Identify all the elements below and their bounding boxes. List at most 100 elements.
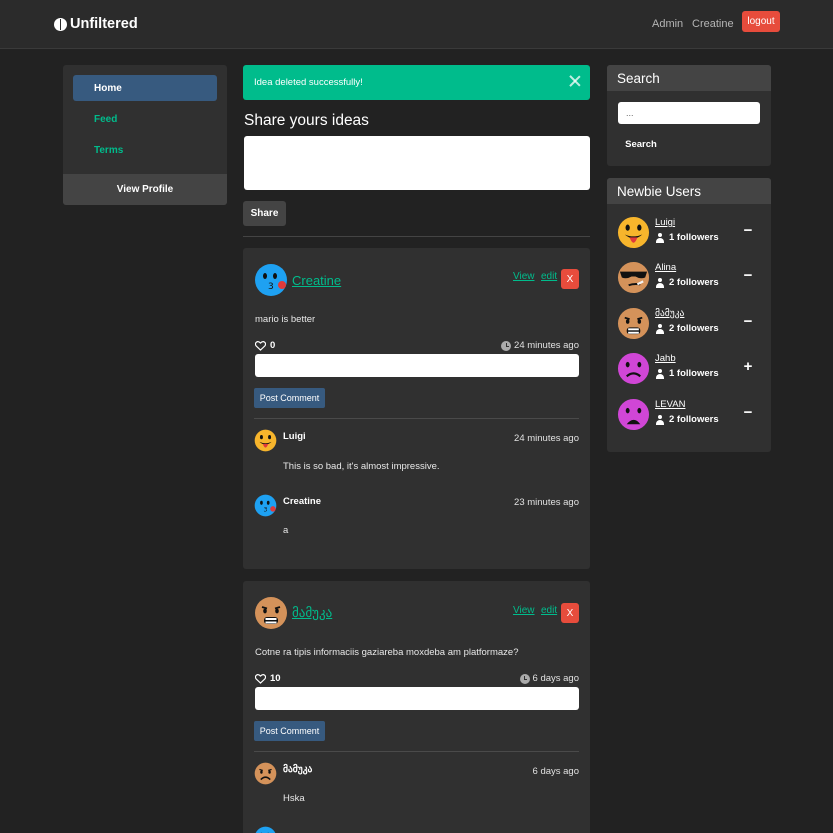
- like-count: 0: [270, 340, 276, 351]
- comment-text: This is so bad, it's almost impressive.: [283, 461, 440, 472]
- post-author-link[interactable]: Creatine: [292, 273, 341, 288]
- delete-button[interactable]: X: [561, 269, 579, 289]
- user-icon: [655, 414, 664, 425]
- followers-text: 1 followers: [669, 368, 719, 379]
- share-button[interactable]: Share: [243, 201, 286, 226]
- comment-text: Hska: [283, 793, 305, 804]
- edit-link[interactable]: edit: [541, 605, 557, 616]
- avatar[interactable]: [254, 263, 288, 297]
- user-icon: [655, 323, 664, 334]
- alert-message: Idea deleted successfully!: [254, 77, 363, 88]
- avatar: [254, 826, 277, 833]
- sidebar-item-feed[interactable]: Feed: [73, 106, 217, 132]
- comment-input[interactable]: [255, 687, 579, 710]
- followers-count: 2 followers: [655, 414, 719, 425]
- unfollow-button[interactable]: −: [741, 267, 755, 284]
- post-time-text: 6 days ago: [532, 673, 579, 684]
- post-text: Cotne ra tipis informaciis gaziareba mox…: [255, 647, 519, 658]
- followers-count: 2 followers: [655, 323, 719, 334]
- search-input[interactable]: ...: [618, 102, 760, 124]
- list-item: Jahb 1 followers +: [607, 350, 771, 390]
- list-item: LEVAN 2 followers −: [607, 396, 771, 436]
- comment-time: 6 days ago: [532, 766, 579, 777]
- followers-count: 2 followers: [655, 277, 719, 288]
- card-divider: [254, 751, 579, 752]
- view-link[interactable]: View: [513, 271, 535, 282]
- view-link[interactable]: View: [513, 605, 535, 616]
- like-row: 10: [255, 673, 281, 684]
- newbie-panel-title: Newbie Users: [607, 178, 771, 204]
- left-sidebar: Home Feed Terms View Profile: [63, 65, 227, 205]
- unfollow-button[interactable]: −: [741, 222, 755, 239]
- list-item: მამუკა 2 followers −: [607, 305, 771, 345]
- avatar[interactable]: [617, 352, 650, 385]
- comment-author: Creatine: [283, 496, 322, 507]
- unfollow-button[interactable]: −: [741, 313, 755, 330]
- avatar[interactable]: [617, 216, 650, 249]
- clock-icon: [501, 340, 512, 351]
- newbie-users-panel: Newbie Users Luigi 1 followers − Alina 2…: [607, 178, 771, 452]
- post-time-text: 24 minutes ago: [514, 340, 579, 351]
- follow-button[interactable]: +: [741, 358, 755, 375]
- user-icon: [655, 368, 664, 379]
- view-profile-button[interactable]: View Profile: [63, 174, 227, 205]
- followers-text: 1 followers: [669, 232, 719, 243]
- post-time: 6 days ago: [519, 673, 579, 684]
- nav-link-admin[interactable]: Admin: [652, 18, 683, 30]
- followers-text: 2 followers: [669, 323, 719, 334]
- comment-time: 24 minutes ago: [514, 433, 579, 444]
- sidebar-item-home[interactable]: Home: [73, 75, 217, 101]
- followers-count: 1 followers: [655, 232, 719, 243]
- post-card: Creatine View edit X mario is better 0 2…: [243, 248, 590, 569]
- comment-author: Luigi: [283, 431, 306, 442]
- avatar[interactable]: [617, 398, 650, 431]
- comment-time: 23 minutes ago: [514, 497, 579, 508]
- search-panel-title: Search: [607, 65, 771, 91]
- nav-link-profile[interactable]: Creatine: [692, 18, 734, 30]
- user-icon: [655, 232, 664, 243]
- divider: [243, 236, 590, 237]
- search-panel: Search ... Search: [607, 65, 771, 166]
- logout-button[interactable]: logout: [742, 11, 780, 32]
- unfollow-button[interactable]: −: [741, 404, 755, 421]
- list-item: Alina 2 followers −: [607, 259, 771, 299]
- post-card: მამუკა View edit X Cotne ra tipis inform…: [243, 581, 590, 833]
- comment-author: მამუკა: [283, 764, 313, 775]
- edit-link[interactable]: edit: [541, 271, 557, 282]
- close-icon[interactable]: [569, 75, 581, 87]
- like-count: 10: [270, 673, 281, 684]
- post-text: mario is better: [255, 314, 316, 325]
- followers-count: 1 followers: [655, 368, 719, 379]
- avatar[interactable]: [254, 596, 288, 630]
- clock-icon: [519, 673, 530, 684]
- sidebar-item-terms[interactable]: Terms: [73, 137, 217, 163]
- avatar: [254, 429, 277, 452]
- comment-text: a: [283, 525, 289, 536]
- delete-button[interactable]: X: [561, 603, 579, 623]
- heart-icon[interactable]: [255, 673, 266, 684]
- user-icon: [655, 277, 664, 288]
- comment-input[interactable]: [255, 354, 579, 377]
- post-time: 24 minutes ago: [501, 340, 579, 351]
- user-name-link[interactable]: LEVAN: [655, 399, 685, 410]
- avatar[interactable]: [617, 261, 650, 294]
- post-comment-button[interactable]: Post Comment: [254, 388, 325, 408]
- heart-icon[interactable]: [255, 340, 266, 351]
- followers-text: 2 followers: [669, 414, 719, 425]
- brand-logo[interactable]: Unfiltered: [54, 16, 138, 32]
- post-comment-button[interactable]: Post Comment: [254, 721, 325, 741]
- user-name-link[interactable]: მამუკა: [655, 308, 684, 319]
- followers-text: 2 followers: [669, 277, 719, 288]
- idea-textarea[interactable]: [244, 136, 590, 190]
- like-row: 0: [255, 340, 275, 351]
- post-author-link[interactable]: მამუკა: [292, 605, 332, 621]
- search-button[interactable]: Search: [618, 135, 664, 153]
- user-name-link[interactable]: Luigi: [655, 217, 675, 228]
- brain-icon: [54, 17, 67, 31]
- user-name-link[interactable]: Alina: [655, 262, 676, 273]
- brand-name: Unfiltered: [70, 16, 138, 32]
- user-name-link[interactable]: Jahb: [655, 353, 676, 364]
- share-title: Share yours ideas: [244, 112, 369, 129]
- avatar: [254, 494, 277, 517]
- avatar[interactable]: [617, 307, 650, 340]
